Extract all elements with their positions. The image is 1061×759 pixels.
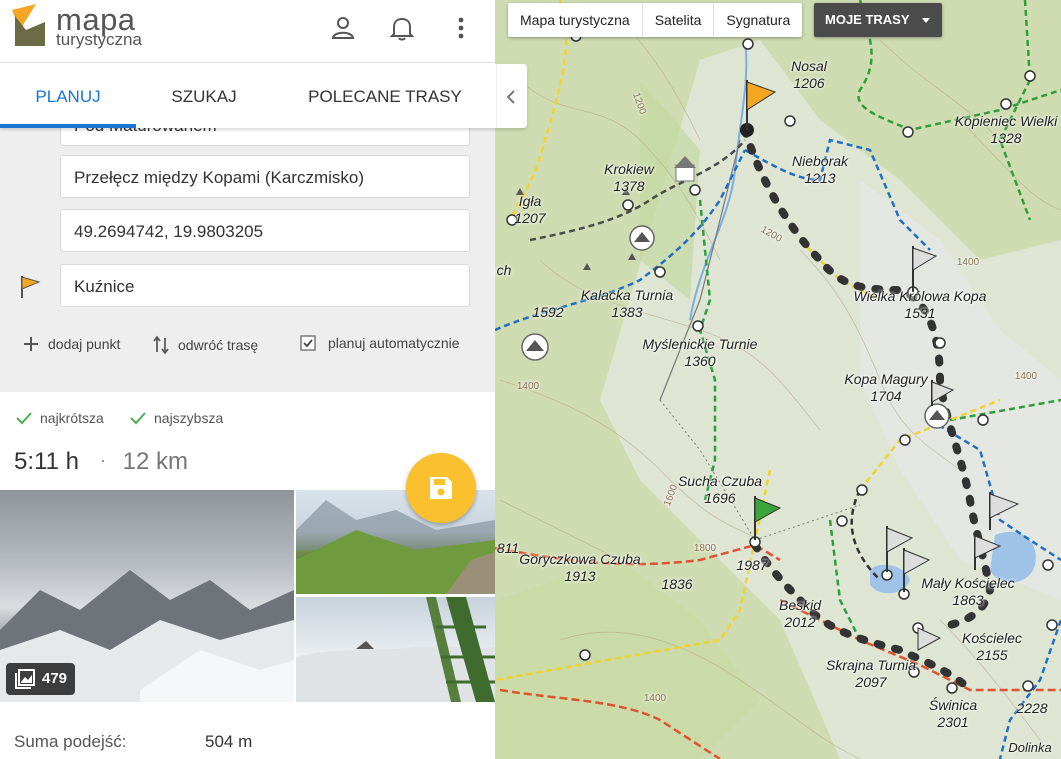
auto-plan-label: planuj automatycznie bbox=[328, 335, 460, 351]
route-option-label: najkrótsza bbox=[40, 410, 104, 426]
plus-icon bbox=[24, 337, 38, 351]
peak-label: Sucha Czuba 1696 bbox=[677, 473, 763, 506]
peak-label: Wielka Królowa Kopa 1531 bbox=[853, 288, 987, 321]
peak-label: Nosal 1206 bbox=[791, 58, 827, 91]
waypoint-input[interactable]: Przełęcz między Kopami (Karczmisko) bbox=[60, 155, 470, 198]
my-routes-dropdown[interactable]: MOJE TRASY bbox=[814, 3, 942, 37]
photo-count-badge[interactable]: 479 bbox=[6, 663, 75, 695]
app-header: mapa turystyczna bbox=[0, 0, 495, 63]
peak-label: Goryczkowa Czuba 1913 bbox=[519, 551, 641, 584]
waypoint-input[interactable]: 49.2694742, 19.9803205 bbox=[60, 209, 470, 252]
stat-value: 504 m bbox=[205, 732, 253, 751]
spot-height: 811 bbox=[496, 540, 520, 556]
auto-plan-checkbox[interactable]: planuj automatycznie bbox=[300, 335, 460, 351]
main-tabs: PLANUJ SZUKAJ POLECANE TRASY bbox=[0, 64, 527, 128]
reverse-route-label: odwróć trasę bbox=[178, 337, 259, 353]
logo-icon bbox=[12, 4, 45, 46]
contour-label: 1400 bbox=[643, 693, 667, 704]
collapse-sidebar-button[interactable] bbox=[496, 64, 527, 128]
spot-height: 1592 bbox=[532, 304, 564, 320]
app-logo[interactable]: mapa turystyczna bbox=[12, 2, 162, 50]
bell-icon[interactable] bbox=[389, 15, 415, 41]
peak-label: Kopa Magury 1704 bbox=[844, 371, 928, 404]
route-option-fastest[interactable]: najszybsza bbox=[130, 410, 223, 426]
check-icon bbox=[130, 412, 146, 425]
peak-label: Krokiew 1378 bbox=[604, 161, 654, 194]
distance-value: 12 km bbox=[122, 448, 189, 475]
contour-label: 1400 bbox=[516, 381, 540, 392]
peak-label: Kalacka Turnia 1383 bbox=[580, 287, 674, 320]
save-icon bbox=[430, 477, 452, 499]
layer-signature-button[interactable]: Sygnatura bbox=[714, 3, 802, 37]
place-label: Dolinka bbox=[1008, 740, 1052, 755]
route-photo[interactable] bbox=[296, 597, 495, 702]
spot-height: 1987 bbox=[736, 557, 768, 573]
my-routes-label: MOJE TRASY bbox=[825, 12, 910, 27]
contour-label: 1400 bbox=[1014, 371, 1038, 382]
tab-search[interactable]: SZUKAJ bbox=[136, 64, 272, 128]
swap-vertical-icon bbox=[153, 335, 169, 355]
peak-label: Świnica 2301 bbox=[928, 697, 978, 730]
peak-label: Beskid 2012 bbox=[778, 597, 822, 630]
more-vert-icon[interactable] bbox=[448, 15, 474, 41]
user-icon[interactable] bbox=[330, 15, 356, 41]
peak-label: Mały Kościelec 1863 bbox=[921, 575, 1015, 608]
peak-label: Kopieniec Wielki 1328 bbox=[954, 113, 1058, 146]
place-label: ch bbox=[496, 262, 512, 278]
separator: · bbox=[100, 450, 106, 470]
start-flag-icon bbox=[21, 276, 41, 298]
checkbox-checked-icon bbox=[300, 335, 316, 351]
peak-label: Igła 1207 bbox=[514, 193, 546, 226]
route-option-label: najszybsza bbox=[154, 410, 224, 426]
chevron-left-icon bbox=[506, 90, 515, 104]
route-distance: · 12 km bbox=[100, 448, 188, 476]
map-layer-switcher: Mapa turystyczna Satelita Sygnatura bbox=[508, 3, 803, 37]
route-option-shortest[interactable]: najkrótsza bbox=[16, 410, 104, 426]
peak-label: Kościelec 2155 bbox=[962, 630, 1022, 663]
waypoint-input[interactable]: Kuźnice bbox=[60, 264, 470, 307]
layer-tourist-map-button[interactable]: Mapa turystyczna bbox=[508, 3, 643, 37]
photo-count-value: 479 bbox=[42, 670, 68, 687]
add-point-label: dodaj punkt bbox=[48, 336, 121, 352]
tab-plan[interactable]: PLANUJ bbox=[0, 64, 136, 128]
contour-label: 1800 bbox=[693, 543, 717, 554]
peak-label: Skrajna Turnia 2097 bbox=[825, 657, 917, 690]
tab-recommended-routes[interactable]: POLECANE TRASY bbox=[290, 64, 480, 128]
add-point-button[interactable]: dodaj punkt bbox=[22, 335, 120, 353]
check-icon bbox=[16, 412, 32, 425]
layer-satellite-button[interactable]: Satelita bbox=[643, 3, 715, 37]
reverse-route-button[interactable]: odwróć trasę bbox=[152, 335, 258, 355]
spot-height: 1836 bbox=[661, 576, 693, 592]
contour-label: 1400 bbox=[956, 257, 980, 268]
caret-down-icon bbox=[922, 18, 930, 23]
save-route-button[interactable] bbox=[406, 453, 476, 523]
active-tab-indicator bbox=[0, 124, 136, 128]
gallery-icon bbox=[15, 669, 35, 689]
peak-label: Nieborak 1213 bbox=[791, 153, 849, 186]
spot-height: 2228 bbox=[1016, 700, 1048, 716]
logo-subtext: turystyczna bbox=[56, 30, 142, 49]
peak-label: Myślenickie Turnie 1360 bbox=[642, 336, 758, 369]
photo-clouds bbox=[296, 597, 495, 702]
stat-label: Suma podejść: bbox=[14, 732, 127, 751]
route-duration: 5:11 h bbox=[14, 448, 79, 475]
